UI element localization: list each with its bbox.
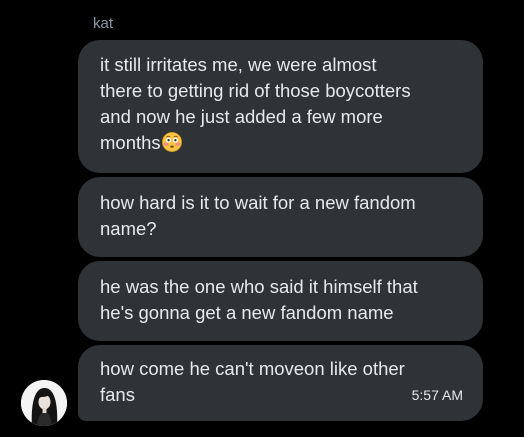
message-bubble[interactable]: how hard is it to wait for a new fandom … <box>78 177 483 257</box>
message-text-line: name? <box>100 218 157 239</box>
message-text-line: he was the one who said it himself that <box>100 276 418 297</box>
message-bubble[interactable]: he was the one who said it himself that … <box>78 261 483 341</box>
message-text-line: how hard is it to wait for a new fandom <box>100 192 416 213</box>
profile-photo-icon <box>21 380 67 426</box>
message-text-line: and now he just added a few more <box>100 106 383 127</box>
message-text-line: it still irritates me, we were almost <box>100 54 377 75</box>
message-text: months <box>100 132 161 153</box>
message-bubble[interactable]: it still irritates me, we were almost th… <box>78 40 483 173</box>
message-text-line: there to getting rid of those boycotters <box>100 80 411 101</box>
avatar[interactable] <box>21 380 67 426</box>
message-text-line: how come he can't moveon like other <box>100 358 405 379</box>
message-text-line-last: months <box>100 130 461 156</box>
message-bubble[interactable]: how come he can't moveon like other fans… <box>78 345 483 421</box>
flushed-face-emoji-icon <box>161 132 182 152</box>
message-text-line: fans <box>100 384 135 405</box>
dm-conversation: kat it still irritates me, we were almos… <box>0 0 524 437</box>
sender-name: kat <box>93 15 114 32</box>
message-text-line: he's gonna get a new fandom name <box>100 302 394 323</box>
message-timestamp: 5:57 AM <box>411 387 463 403</box>
